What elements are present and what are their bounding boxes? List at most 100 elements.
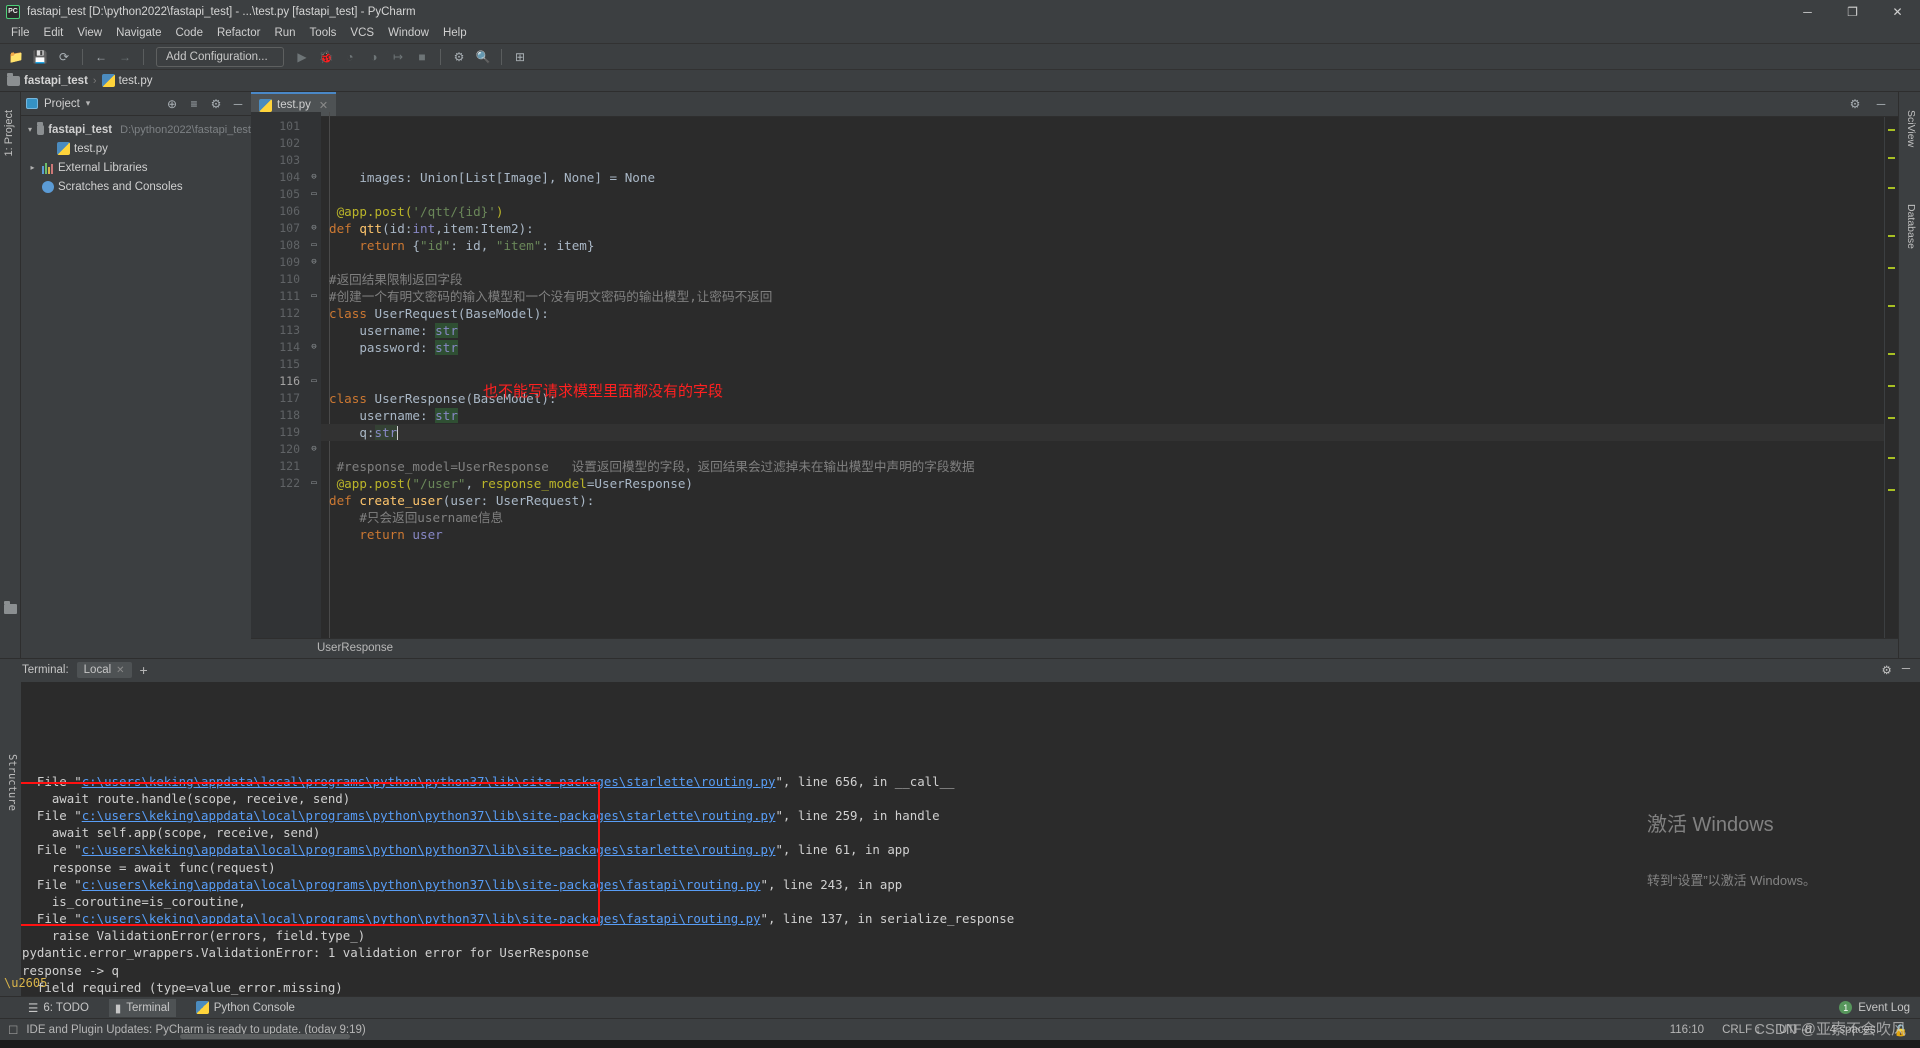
stop-icon[interactable]: ■ [411,46,433,68]
gear-icon[interactable]: ⚙ [448,46,470,68]
code-line[interactable]: #只会返回username信息 [321,509,1884,526]
fold-marker[interactable]: ▭ [307,475,321,492]
close-icon[interactable]: ✕ [319,99,328,112]
tool-window-todo[interactable]: ☰ 6: TODO [22,999,95,1017]
horizontal-scrollbar[interactable] [180,1034,350,1039]
hide-panel-icon[interactable]: ─ [230,96,246,112]
project-panel-title[interactable]: Project ▾ [26,98,158,110]
code-line[interactable]: def qtt(id:int,item:Item2): [321,220,1884,237]
close-icon[interactable]: ✕ [116,665,124,676]
tree-item-scratches-and-consoles[interactable]: Scratches and Consoles [21,177,251,196]
chevron-down-icon[interactable]: ▾ [27,125,33,134]
code-content[interactable]: images: Union[List[Image], None] = None … [321,112,1884,638]
caret-position[interactable]: 116:10 [1670,1024,1704,1036]
fold-marker[interactable]: ⊖ [307,339,321,356]
sidebar-item-structure[interactable]: Structure [3,754,20,811]
fold-marker[interactable]: ▭ [307,288,321,305]
tree-item-external-libraries[interactable]: ▸ External Libraries [21,158,251,177]
add-terminal-icon[interactable]: + [140,662,148,678]
debug-icon[interactable]: 🐞 [315,46,337,68]
code-line[interactable]: #返回结果限制返回字段 [321,271,1884,288]
sidebar-item-sciview[interactable]: SciView [1901,106,1919,151]
coverage-icon[interactable]: ◔ [339,46,361,68]
profile-icon[interactable]: ◑ [363,46,385,68]
close-icon[interactable]: ✕ [1875,0,1920,23]
terminal-file-link[interactable]: c:\users\keking\appdata\local\programs\p… [82,808,776,823]
tool-window-python-console[interactable]: Python Console [190,999,301,1016]
code-line[interactable] [321,186,1884,203]
code-editor[interactable]: 101 102 103 104 105 106 107 108 109 110 111 112 113 1… [251,112,1898,638]
gear-icon[interactable]: ⚙ [208,96,224,112]
rerun-icon[interactable]: ↦ [387,46,409,68]
menu-navigate[interactable]: Navigate [109,25,168,41]
forward-icon[interactable]: → [114,46,136,68]
favorites-star-icon[interactable]: \u2605 [4,975,47,992]
breadcrumb-file[interactable]: test.py [101,74,152,87]
fold-marker[interactable]: ▭ [307,186,321,203]
menu-view[interactable]: View [70,25,109,41]
code-line[interactable]: username: str [321,322,1884,339]
code-line[interactable]: #response_model=UserResponse 设置返回模型的字段，返… [321,458,1884,475]
hide-panel-icon[interactable]: ─ [1902,663,1910,677]
code-line[interactable]: username: str [321,407,1884,424]
code-line[interactable]: password: str [321,339,1884,356]
run-icon[interactable]: ▶ [291,46,313,68]
menu-code[interactable]: Code [168,25,210,41]
breadcrumb-project[interactable]: fastapi_test [7,72,88,87]
sync-icon[interactable]: ⟳ [53,46,75,68]
tool-window-terminal[interactable]: ▮ Terminal [108,998,176,1017]
code-line[interactable]: @app.post('/qtt/{id}') [321,203,1884,220]
terminal-output[interactable]: Structure \u2605 激活 Windows 转到“设置”以激活 Wi… [0,681,1920,996]
code-line[interactable]: q:str [321,424,1884,441]
fold-marker[interactable]: ⊖ [307,254,321,271]
open-folder-icon[interactable]: 📁 [5,46,27,68]
terminal-tab-local[interactable]: Local ✕ [76,662,132,679]
code-line[interactable]: @app.post("/user", response_model=UserRe… [321,475,1884,492]
event-log-area[interactable]: 1 Event Log [1839,1001,1920,1014]
sidebar-item-project[interactable]: 1: Project [0,106,21,160]
fold-marker[interactable]: ⊖ [307,220,321,237]
terminal-file-link[interactable]: c:\users\keking\appdata\local\programs\p… [82,877,761,892]
code-line[interactable] [321,356,1884,373]
menu-run[interactable]: Run [267,25,302,41]
terminal-file-link[interactable]: c:\users\keking\appdata\local\programs\p… [82,911,761,926]
code-line[interactable]: #创建一个有明文密码的输入模型和一个没有明文密码的输出模型,让密码不返回 [321,288,1884,305]
code-line[interactable]: class UserRequest(BaseModel): [321,305,1884,322]
tree-item-fastapi-test[interactable]: ▾ fastapi_test D:\python2022\fastapi_tes… [21,120,251,139]
code-line[interactable]: def create_user(user: UserRequest): [321,492,1884,509]
collapse-all-icon[interactable]: ≡ [186,96,202,112]
fold-marker[interactable]: ▭ [307,373,321,390]
error-marker-strip[interactable] [1884,117,1898,638]
menu-vcs[interactable]: VCS [343,25,381,41]
menu-tools[interactable]: Tools [303,25,344,41]
chevron-down-icon[interactable]: ▾ [86,98,91,109]
sidebar-item-database[interactable]: Database [1901,200,1919,253]
structure-folder-icon[interactable] [4,600,17,614]
locate-file-icon[interactable]: ⊕ [164,96,180,112]
terminal-file-link[interactable]: c:\users\keking\appdata\local\programs\p… [82,842,776,857]
menu-help[interactable]: Help [436,25,474,41]
tree-item-test-py[interactable]: test.py [21,139,251,158]
fold-marker[interactable]: ⊖ [307,441,321,458]
gear-icon[interactable]: ⚙ [1882,663,1892,677]
code-line[interactable]: images: Union[List[Image], None] = None [321,169,1884,186]
code-line[interactable]: return user [321,526,1884,543]
fold-marker[interactable]: ⊖ [307,169,321,186]
menu-file[interactable]: File [4,25,37,41]
terminal-file-link[interactable]: c:\users\keking\appdata\local\programs\p… [82,774,776,789]
maximize-icon[interactable]: ❐ [1830,0,1875,23]
search-icon[interactable]: 🔍 [472,46,494,68]
save-all-icon[interactable]: 💾 [29,46,51,68]
code-line[interactable] [321,254,1884,271]
fold-marker[interactable]: ▭ [307,237,321,254]
menu-refactor[interactable]: Refactor [210,25,267,41]
layout-icon[interactable]: ⊞ [509,46,531,68]
menu-edit[interactable]: Edit [37,25,71,41]
code-folding-gutter[interactable]: ⊖ ▭ ⊖ ▭ ⊖ ▭ ⊖ ▭ ⊖ ▭ [307,112,321,638]
chevron-right-icon[interactable]: ▸ [27,163,38,172]
menu-window[interactable]: Window [381,25,436,41]
code-line[interactable] [321,441,1884,458]
editor-breadcrumb[interactable]: UserResponse [251,637,1898,658]
minimize-icon[interactable]: ─ [1785,0,1830,23]
code-line[interactable]: return {"id": id, "item": item} [321,237,1884,254]
